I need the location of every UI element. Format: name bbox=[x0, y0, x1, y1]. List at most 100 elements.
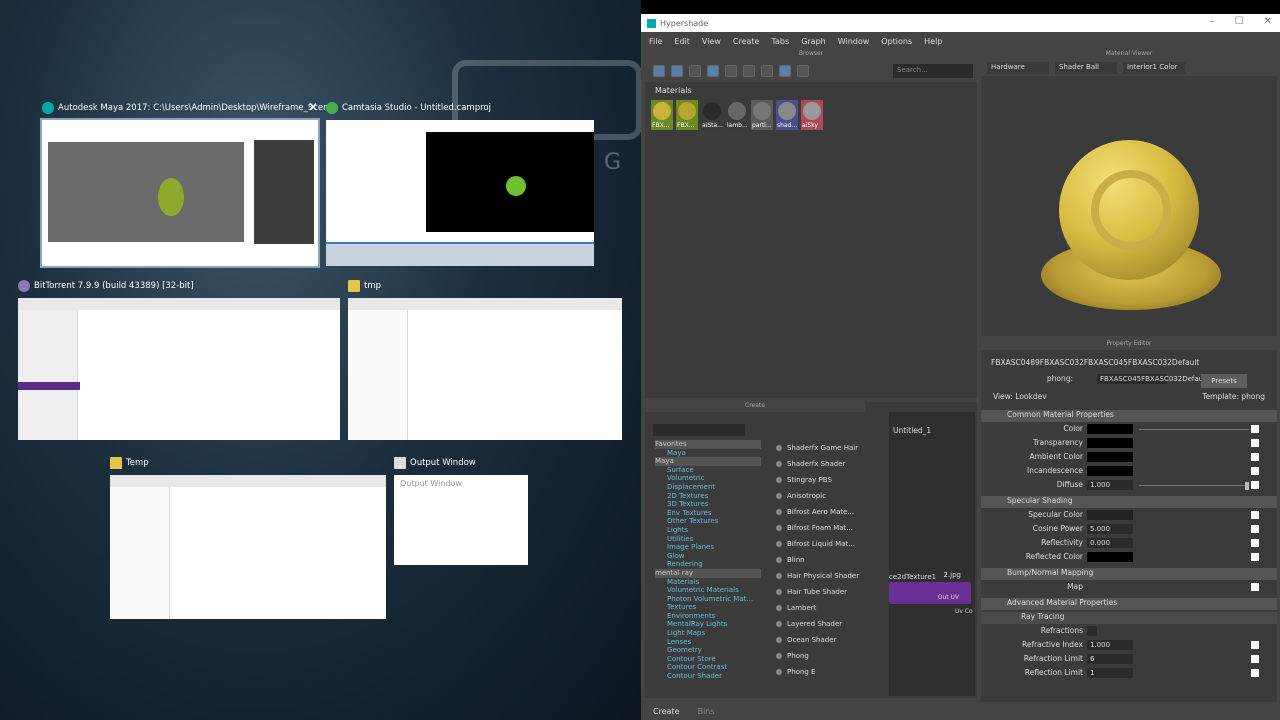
section-ray-tracing[interactable]: Ray Tracing bbox=[981, 612, 1277, 624]
map-button[interactable] bbox=[1251, 539, 1259, 547]
map-button[interactable] bbox=[1251, 453, 1259, 461]
slider[interactable] bbox=[1139, 482, 1249, 490]
create-search-input[interactable] bbox=[653, 424, 745, 436]
tree-item[interactable]: Materials bbox=[655, 578, 761, 587]
toolbar-button[interactable] bbox=[743, 65, 755, 77]
refractions-checkbox[interactable] bbox=[1087, 626, 1097, 636]
map-button[interactable] bbox=[1251, 553, 1259, 561]
texture-node[interactable]: ce2dTexture1 2.jpg Out UV bbox=[889, 571, 971, 604]
cosine-field[interactable]: 5.000 bbox=[1087, 524, 1133, 534]
section-bump[interactable]: Bump/Normal Mapping bbox=[981, 568, 1277, 580]
tree-item[interactable]: Volumetric bbox=[655, 474, 761, 483]
tree-item[interactable]: Maya bbox=[655, 457, 761, 466]
tree-item[interactable]: Environments bbox=[655, 612, 761, 621]
node-type-item[interactable]: Anisotropic bbox=[773, 488, 867, 504]
material-swatch[interactable]: FBX... bbox=[651, 100, 673, 130]
node-type-item[interactable]: Ocean Shader bbox=[773, 632, 867, 648]
window-thumbnail-bittorrent[interactable]: BitTorrent 7.9.9 (build 43389) [32-bit] bbox=[18, 278, 340, 442]
node-type-item[interactable]: Bifrost Aero Mate... bbox=[773, 504, 867, 520]
tab-bins[interactable]: Bins bbox=[698, 707, 715, 716]
tree-item[interactable]: Surface bbox=[655, 466, 761, 475]
window-thumbnail-maya[interactable]: Autodesk Maya 2017: C:\Users\Admin\Deskt… bbox=[40, 100, 337, 268]
tree-item[interactable]: Contour Contrast bbox=[655, 663, 761, 672]
node-type-item[interactable]: Shaderfx Game Hair bbox=[773, 440, 867, 456]
tree-item[interactable]: Favorites bbox=[655, 440, 761, 449]
slider[interactable] bbox=[1139, 429, 1249, 430]
material-swatch[interactable]: FBX... bbox=[676, 100, 698, 130]
type-field[interactable]: FBXASC045FBXASC032Default bbox=[1097, 374, 1208, 384]
node-type-item[interactable]: Bifrost Foam Mat... bbox=[773, 520, 867, 536]
diffuse-field[interactable]: 1.000 bbox=[1087, 480, 1133, 490]
map-button[interactable] bbox=[1251, 655, 1259, 663]
map-button[interactable] bbox=[1251, 511, 1259, 519]
window-thumbnail-tmp[interactable]: tmp bbox=[348, 278, 622, 442]
minimize-icon[interactable]: – bbox=[1210, 16, 1215, 27]
window-thumbnail-temp[interactable]: Temp bbox=[110, 455, 386, 621]
tab-untitled[interactable]: Untitled_1 bbox=[893, 426, 931, 435]
tab-create[interactable]: Create bbox=[653, 707, 680, 716]
maximize-icon[interactable]: ☐ bbox=[1235, 16, 1244, 27]
menu-file[interactable]: File bbox=[649, 37, 662, 46]
section-advanced[interactable]: Advanced Material Properties bbox=[981, 598, 1277, 610]
material-swatch[interactable]: lamb... bbox=[726, 100, 748, 130]
tree-item[interactable]: Other Textures bbox=[655, 517, 761, 526]
menu-create[interactable]: Create bbox=[733, 37, 760, 46]
material-swatch[interactable]: parti... bbox=[751, 100, 773, 130]
tab-materials[interactable]: Materials bbox=[655, 86, 692, 95]
toolbar-button[interactable] bbox=[689, 65, 701, 77]
tree-item[interactable]: Glow bbox=[655, 552, 761, 561]
menu-view[interactable]: View bbox=[702, 37, 721, 46]
tree-item[interactable]: 2D Textures bbox=[655, 492, 761, 501]
reflectivity-field[interactable]: 0.000 bbox=[1087, 538, 1133, 548]
section-common[interactable]: Common Material Properties bbox=[981, 410, 1277, 422]
node-type-item[interactable]: Phong E bbox=[773, 664, 867, 680]
node-type-item[interactable]: Shaderfx Shader bbox=[773, 456, 867, 472]
map-button[interactable] bbox=[1251, 425, 1259, 433]
map-button[interactable] bbox=[1251, 669, 1259, 677]
search-input[interactable]: Search... bbox=[893, 64, 973, 78]
menu-options[interactable]: Options bbox=[881, 37, 912, 46]
tree-item[interactable]: Rendering bbox=[655, 560, 761, 569]
environment-dropdown[interactable]: Interior1 Color bbox=[1123, 62, 1185, 74]
material-swatch[interactable]: aiSky bbox=[801, 100, 823, 130]
node-type-item[interactable]: Blinn bbox=[773, 552, 867, 568]
map-button[interactable] bbox=[1251, 467, 1259, 475]
tree-item[interactable]: Contour Shader bbox=[655, 672, 761, 681]
toolbar-button[interactable] bbox=[761, 65, 773, 77]
close-icon[interactable]: ✕ bbox=[1264, 16, 1272, 27]
color-swatch[interactable] bbox=[1087, 452, 1133, 462]
map-button[interactable] bbox=[1251, 641, 1259, 649]
tree-item[interactable]: Light Maps bbox=[655, 629, 761, 638]
node-type-item[interactable]: Hair Tube Shader bbox=[773, 584, 867, 600]
node-type-item[interactable]: Lambert bbox=[773, 600, 867, 616]
color-swatch[interactable] bbox=[1087, 510, 1133, 520]
tree-item[interactable]: Volumetric Materials bbox=[655, 586, 761, 595]
tree-item[interactable]: Contour Store bbox=[655, 655, 761, 664]
toolbar-button[interactable] bbox=[779, 65, 791, 77]
menu-window[interactable]: Window bbox=[838, 37, 870, 46]
menu-graph[interactable]: Graph bbox=[801, 37, 826, 46]
tree-item[interactable]: mental ray bbox=[655, 568, 761, 578]
node-type-item[interactable]: Bifrost Liquid Mat... bbox=[773, 536, 867, 552]
refl-limit-field[interactable]: 1 bbox=[1087, 668, 1133, 678]
renderer-dropdown[interactable]: Hardware bbox=[987, 62, 1049, 74]
node-type-item[interactable]: Phong bbox=[773, 648, 867, 664]
ref-limit-field[interactable]: 6 bbox=[1087, 654, 1133, 664]
tree-item[interactable]: Displacement bbox=[655, 483, 761, 492]
presets-button[interactable]: Presets bbox=[1201, 374, 1247, 388]
color-swatch[interactable] bbox=[1087, 438, 1133, 448]
toolbar-button[interactable] bbox=[725, 65, 737, 77]
tree-item[interactable]: Env Textures bbox=[655, 509, 761, 518]
map-button[interactable] bbox=[1251, 525, 1259, 533]
tree-item[interactable]: Image Planes bbox=[655, 543, 761, 552]
tree-item[interactable]: Textures bbox=[655, 603, 761, 612]
material-swatch[interactable]: aiSta... bbox=[701, 100, 723, 130]
menu-edit[interactable]: Edit bbox=[674, 37, 690, 46]
node-type-item[interactable]: Hair Physical Shader bbox=[773, 568, 867, 584]
color-swatch[interactable] bbox=[1087, 466, 1133, 476]
section-specular[interactable]: Specular Shading bbox=[981, 496, 1277, 508]
material-swatch[interactable]: shad... bbox=[776, 100, 798, 130]
tree-item[interactable]: Utilities bbox=[655, 535, 761, 544]
tree-item[interactable]: MentalRay Lights bbox=[655, 620, 761, 629]
tree-item[interactable]: Photon Volumetric Mat... bbox=[655, 595, 761, 604]
